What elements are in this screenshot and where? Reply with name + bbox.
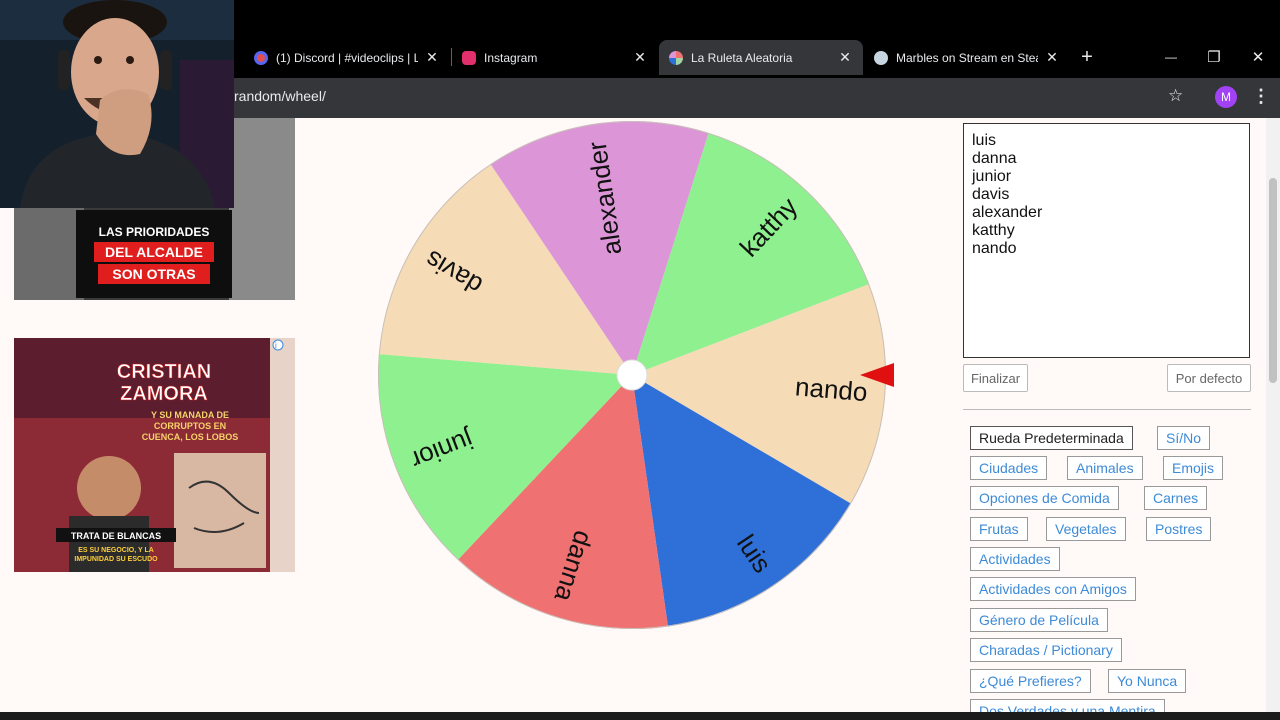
scrollbar-thumb[interactable] — [1269, 178, 1277, 383]
ad2-subtitle-1: Y SU MANADA DE — [151, 410, 229, 420]
ad-info-icon[interactable]: i — [275, 341, 277, 350]
taskbar-strip — [0, 712, 1280, 720]
preset-cities[interactable]: Ciudades — [970, 456, 1048, 480]
preset-fruits[interactable]: Frutas — [970, 517, 1028, 541]
preset-default-wheel[interactable]: Rueda Predeterminada — [970, 426, 1133, 450]
preset-yes-no[interactable]: Sí/No — [1157, 426, 1211, 450]
preset-food-options[interactable]: Opciones de Comida — [970, 486, 1119, 510]
instagram-icon — [462, 50, 476, 65]
tab-ruleta[interactable]: La Ruleta Aleatoria ✕ — [659, 40, 863, 75]
roulette-wheel[interactable]: nando luis danna junior davis alexander katthy — [376, 120, 896, 632]
preset-desserts[interactable]: Postres — [1146, 517, 1212, 541]
close-window-button[interactable]: ✕ — [1238, 40, 1278, 74]
tab-label: Marbles on Stream en Steam — [896, 50, 1038, 65]
ad-banner-bottom[interactable]: i CRISTIAN ZAMORA Y SU MANADA DE CORRUPT… — [14, 338, 295, 572]
preset-activities-friends[interactable]: Actividades con Amigos — [970, 577, 1136, 601]
preset-emojis[interactable]: Emojis — [1163, 456, 1224, 480]
close-tab-icon[interactable]: ✕ — [837, 49, 853, 66]
wheel-graphic: nandoluisdannajuniordavisalexander katthy — [378, 120, 894, 629]
ad1-line-2: DEL ALCALDE — [105, 244, 203, 260]
close-tab-icon[interactable]: ✕ — [1044, 49, 1060, 66]
preset-meats[interactable]: Carnes — [1144, 486, 1208, 510]
webcam-overlay — [0, 0, 234, 208]
preset-would-you-rather[interactable]: ¿Qué Prefieres? — [970, 669, 1091, 693]
wheel-hub[interactable] — [616, 359, 648, 391]
close-tab-icon[interactable]: ✕ — [632, 49, 648, 66]
bookmark-star-icon[interactable]: ☆ — [1168, 86, 1183, 106]
preset-animals[interactable]: Animales — [1067, 456, 1143, 480]
default-button[interactable]: Por defecto — [1167, 364, 1251, 392]
preset-charades[interactable]: Charadas / Pictionary — [970, 638, 1122, 662]
ad2-caption-1: ES SU NEGOCIO, Y LA — [78, 547, 154, 554]
tab-label: La Ruleta Aleatoria — [691, 50, 793, 65]
ad2-subtitle-3: CUENCA, LOS LOBOS — [142, 432, 239, 442]
tab-label: (1) Discord | #videoclips | Lo — [276, 50, 418, 65]
new-tab-button[interactable]: + — [1067, 40, 1107, 74]
names-textarea[interactable]: luis danna junior davis alexander katthy… — [963, 123, 1250, 358]
tab-label: Instagram — [484, 50, 538, 65]
profile-avatar[interactable]: M — [1215, 86, 1237, 108]
browser-menu-icon[interactable]: ⋮ — [1252, 86, 1270, 107]
preset-movie-genre[interactable]: Género de Película — [970, 608, 1108, 632]
discord-icon — [254, 50, 268, 65]
tab-instagram[interactable]: Instagram ✕ — [452, 40, 658, 75]
ad2-title-2: ZAMORA — [120, 383, 208, 405]
webcam-image — [0, 0, 234, 208]
steam-icon — [874, 50, 888, 65]
page-scrollbar[interactable] — [1266, 118, 1280, 712]
ad1-line-1: LAS PRIORIDADES — [99, 225, 210, 239]
preset-activities[interactable]: Actividades — [970, 547, 1060, 571]
preset-never-have-i-ever[interactable]: Yo Nunca — [1108, 669, 1187, 693]
close-tab-icon[interactable]: ✕ — [424, 49, 440, 66]
finish-button[interactable]: Finalizar — [963, 364, 1028, 392]
minimize-button[interactable]: — — [1151, 40, 1191, 74]
tab-steam[interactable]: Marbles on Stream en Steam ✕ — [864, 40, 1070, 75]
ad2-banner: TRATA DE BLANCAS — [71, 531, 161, 541]
ad-banner-bottom-image: i CRISTIAN ZAMORA Y SU MANADA DE CORRUPT… — [14, 338, 295, 572]
ad2-subtitle-2: CORRUPTOS EN — [154, 421, 226, 431]
ad2-title-1: CRISTIAN — [117, 361, 211, 383]
ad2-caption-2: IMPUNIDAD SU ESCUDO — [74, 556, 158, 563]
restore-button[interactable]: ❐ — [1194, 40, 1234, 74]
divider — [963, 409, 1251, 410]
url-field[interactable]: random/wheel/ — [234, 88, 326, 104]
preset-vegetables[interactable]: Vegetales — [1046, 517, 1126, 541]
roulette-icon — [669, 50, 683, 65]
ad1-line-3: SON OTRAS — [112, 266, 195, 282]
tab-discord[interactable]: (1) Discord | #videoclips | Lo ✕ — [244, 40, 450, 75]
preset-two-truths[interactable]: Dos Verdades y una Mentira — [970, 699, 1165, 712]
wheel-label-nando: nando — [794, 371, 869, 407]
